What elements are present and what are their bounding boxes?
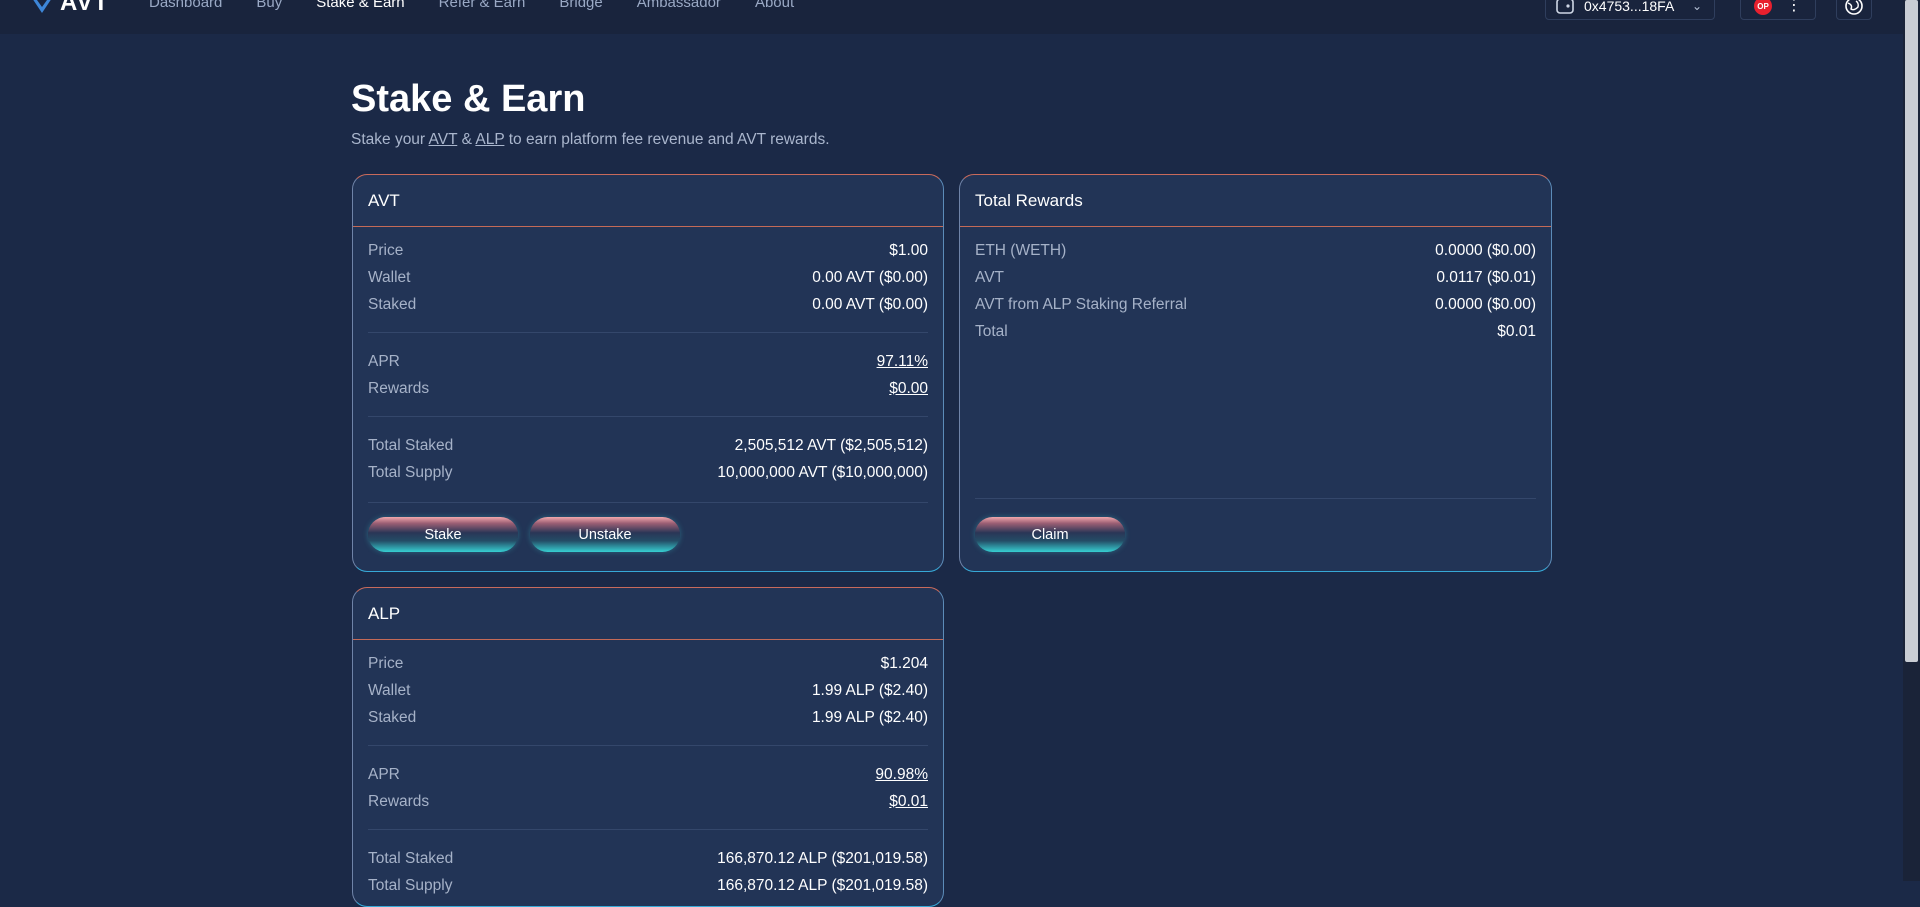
avt-total-supply: 10,000,000 AVT ($10,000,000) [717, 463, 928, 481]
chevron-down-icon: ⌄ [1691, 0, 1702, 13]
nav-stake-earn[interactable]: Stake & Earn [316, 0, 404, 11]
scrollbar-thumb[interactable] [1905, 0, 1918, 662]
globe-icon [1845, 0, 1863, 15]
alp-total-supply-row: Total Supply 166,870.12 ALP ($201,019.58… [368, 876, 928, 894]
alp-total-staked: 166,870.12 ALP ($201,019.58) [717, 849, 928, 867]
language-button[interactable] [1836, 0, 1872, 20]
avt-price: $1.00 [889, 241, 928, 259]
unstake-button[interactable]: Unstake [530, 517, 680, 552]
page-subtitle: Stake your AVT & ALP to earn platform fe… [351, 131, 830, 148]
avt-wallet: 0.00 AVT ($0.00) [812, 268, 928, 286]
alp-wallet: 1.99 ALP ($2.40) [811, 681, 928, 699]
avt-rewards-row: Rewards $0.00 [368, 379, 928, 398]
divider [368, 416, 928, 417]
page-title: Stake & Earn [351, 78, 586, 120]
avt-total-staked-row: Total Staked 2,505,512 AVT ($2,505,512) [368, 436, 928, 454]
alp-staked-row: Staked 1.99 ALP ($2.40) [368, 708, 928, 726]
claim-button[interactable]: Claim [975, 517, 1125, 552]
avt-apr-row: APR 97.11% [368, 352, 928, 371]
alp-apr[interactable]: 90.98% [875, 766, 928, 784]
network-badge: OP [1754, 0, 1772, 15]
wallet-icon [1556, 0, 1574, 14]
avt-actions: Stake Unstake [368, 517, 680, 552]
nav-about[interactable]: About [755, 0, 794, 11]
wallet-address: 0x4753...18FA [1584, 0, 1675, 14]
alp-link[interactable]: ALP [475, 131, 504, 148]
rewards-avt: 0.0117 ($0.01) [1436, 268, 1536, 286]
nav-bridge[interactable]: Bridge [559, 0, 602, 11]
total-rewards-title: Total Rewards [960, 175, 1551, 227]
alp-staked: 1.99 ALP ($2.40) [811, 708, 928, 726]
avt-price-row: Price $1.00 [368, 241, 928, 259]
nav-dashboard[interactable]: Dashboard [149, 0, 222, 11]
rewards-total-row: Total $0.01 [975, 322, 1536, 340]
divider [368, 502, 928, 503]
avt-rewards[interactable]: $0.00 [889, 380, 928, 398]
alp-wallet-row: Wallet 1.99 ALP ($2.40) [368, 681, 928, 699]
logo-text: AVT [60, 0, 110, 16]
main-nav: Dashboard Buy Stake & Earn Refer & Earn … [149, 0, 794, 11]
alp-price: $1.204 [880, 654, 928, 672]
alp-rewards-row: Rewards $0.01 [368, 792, 928, 811]
alp-total-staked-row: Total Staked 166,870.12 ALP ($201,019.58… [368, 849, 928, 867]
avt-link[interactable]: AVT [429, 131, 458, 148]
rewards-actions: Claim [975, 517, 1125, 552]
logo[interactable]: AVT [30, 0, 110, 16]
divider [975, 498, 1536, 499]
avt-card: AVT Price $1.00 Wallet 0.00 AVT ($0.00) … [352, 174, 944, 572]
page-scrollbar[interactable] [1903, 0, 1920, 881]
avt-logo-icon [33, 0, 51, 13]
alp-total-supply: 166,870.12 ALP ($201,019.58) [717, 876, 928, 894]
top-navbar: AVT Dashboard Buy Stake & Earn Refer & E… [0, 0, 1903, 34]
alp-rewards[interactable]: $0.01 [889, 793, 928, 811]
stake-button[interactable]: Stake [368, 517, 518, 552]
wallet-button[interactable]: 0x4753...18FA ⌄ [1545, 0, 1715, 20]
avt-staked: 0.00 AVT ($0.00) [812, 295, 928, 313]
alp-card-title: ALP [353, 588, 943, 640]
divider [368, 829, 928, 830]
rewards-eth: 0.0000 ($0.00) [1435, 241, 1536, 259]
divider [368, 332, 928, 333]
rewards-referral-row: AVT from ALP Staking Referral 0.0000 ($0… [975, 295, 1536, 313]
avt-apr[interactable]: 97.11% [877, 353, 928, 371]
nav-refer-earn[interactable]: Refer & Earn [439, 0, 526, 11]
alp-apr-row: APR 90.98% [368, 765, 928, 784]
rewards-total: $0.01 [1497, 322, 1536, 340]
rewards-eth-row: ETH (WETH) 0.0000 ($0.00) [975, 241, 1536, 259]
total-rewards-card: Total Rewards ETH (WETH) 0.0000 ($0.00) … [959, 174, 1552, 572]
alp-card: ALP Price $1.204 Wallet 1.99 ALP ($2.40)… [352, 587, 944, 907]
rewards-referral: 0.0000 ($0.00) [1435, 295, 1536, 313]
avt-wallet-row: Wallet 0.00 AVT ($0.00) [368, 268, 928, 286]
avt-card-title: AVT [353, 175, 943, 227]
alp-price-row: Price $1.204 [368, 654, 928, 672]
avt-staked-row: Staked 0.00 AVT ($0.00) [368, 295, 928, 313]
more-options-icon[interactable]: ⋮ [1786, 0, 1802, 14]
divider [368, 745, 928, 746]
rewards-avt-row: AVT 0.0117 ($0.01) [975, 268, 1536, 286]
avt-total-staked: 2,505,512 AVT ($2,505,512) [734, 436, 928, 454]
network-menu[interactable]: OP ⋮ [1740, 0, 1816, 20]
nav-buy[interactable]: Buy [256, 0, 282, 11]
avt-total-supply-row: Total Supply 10,000,000 AVT ($10,000,000… [368, 463, 928, 481]
nav-ambassador[interactable]: Ambassador [637, 0, 721, 11]
